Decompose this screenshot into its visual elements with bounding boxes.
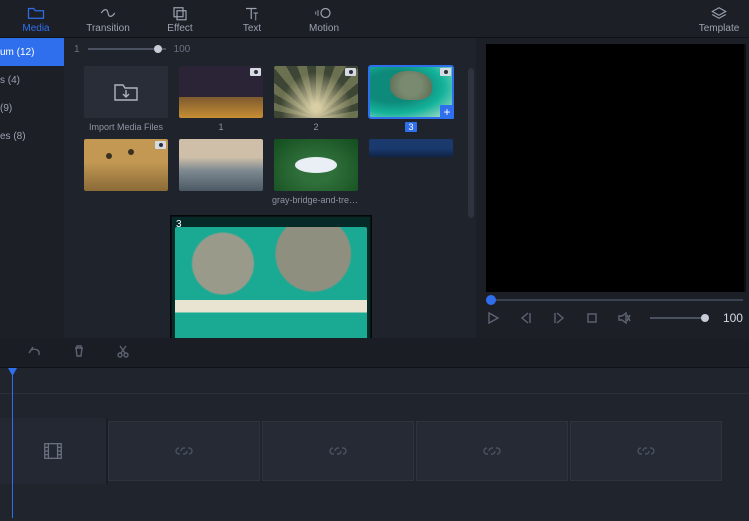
template-icon xyxy=(710,5,728,21)
zoom-min: 1 xyxy=(74,44,80,55)
sidebar: um (12) s (4) (9) es (8) xyxy=(0,38,64,338)
tab-transition[interactable]: Transition xyxy=(72,0,144,38)
video-track xyxy=(0,418,749,484)
volume-value: 100 xyxy=(723,311,743,325)
play-button[interactable] xyxy=(486,310,501,326)
track-head[interactable] xyxy=(0,418,108,484)
video-badge-icon xyxy=(345,68,356,76)
text-icon xyxy=(243,5,261,21)
thumb-caption: gray-bridge-and-trees... xyxy=(272,195,360,205)
link-icon xyxy=(637,444,655,458)
zoom-max: 100 xyxy=(174,44,191,55)
thumb-caption: 1 xyxy=(218,122,223,132)
thumb-caption[interactable]: 3 xyxy=(405,122,416,132)
sidebar-item[interactable]: s (4) xyxy=(0,66,64,94)
tab-label: Transition xyxy=(86,23,130,34)
top-toolbar: Media Transition Effect Text Motion Temp… xyxy=(0,0,749,38)
effect-icon xyxy=(171,5,189,21)
tab-label: Motion xyxy=(309,23,339,34)
link-icon xyxy=(329,444,347,458)
sidebar-item-album[interactable]: um (12) xyxy=(0,38,64,66)
import-icon xyxy=(113,81,139,103)
tab-label: Effect xyxy=(167,23,192,34)
zoom-slider[interactable] xyxy=(88,48,166,50)
media-thumb[interactable] xyxy=(274,66,358,118)
sidebar-item[interactable]: es (8) xyxy=(0,122,64,150)
import-tile[interactable] xyxy=(84,66,168,118)
prev-frame-button[interactable] xyxy=(519,310,534,326)
timeline-action-bar xyxy=(0,338,749,368)
media-grid: Import Media Files 1 2 + 3 gra xyxy=(64,60,476,211)
tab-label: Media xyxy=(22,23,49,34)
volume-slider[interactable] xyxy=(650,317,705,319)
transition-icon xyxy=(99,5,117,21)
thumb-zoom: 1 100 xyxy=(64,38,476,60)
video-badge-icon xyxy=(250,68,261,76)
media-thumb[interactable] xyxy=(84,139,168,191)
media-thumb[interactable] xyxy=(179,139,263,191)
preview-canvas[interactable] xyxy=(486,44,746,292)
video-badge-icon xyxy=(155,141,166,149)
tab-label: Text xyxy=(243,23,261,34)
undo-button[interactable] xyxy=(28,344,42,361)
clip-slot[interactable] xyxy=(416,421,568,481)
delete-button[interactable] xyxy=(72,344,86,361)
drag-preview[interactable]: 3 xyxy=(171,216,371,358)
tab-motion[interactable]: Motion xyxy=(288,0,360,38)
tab-text[interactable]: Text xyxy=(216,0,288,38)
media-thumb[interactable] xyxy=(369,139,453,157)
timeline-ruler[interactable] xyxy=(0,368,749,394)
link-icon xyxy=(175,444,193,458)
thumb-caption: 2 xyxy=(313,122,318,132)
link-icon xyxy=(483,444,501,458)
motion-icon xyxy=(315,5,333,21)
playhead[interactable] xyxy=(12,368,13,518)
track-body[interactable] xyxy=(108,418,749,484)
stop-button[interactable] xyxy=(584,310,599,326)
tab-label: Template xyxy=(699,23,740,34)
mute-button[interactable] xyxy=(617,310,632,326)
next-frame-button[interactable] xyxy=(551,310,566,326)
seek-bar[interactable] xyxy=(486,296,743,304)
tab-template[interactable]: Template xyxy=(689,0,749,38)
film-icon xyxy=(42,440,64,462)
video-badge-icon xyxy=(440,68,451,76)
add-to-timeline-button[interactable]: + xyxy=(440,105,454,119)
preview-controls: 100 xyxy=(486,310,743,326)
preview-panel: 100 xyxy=(480,38,749,338)
timeline xyxy=(0,368,749,521)
import-caption: Import Media Files xyxy=(89,122,163,132)
tab-effect[interactable]: Effect xyxy=(144,0,216,38)
split-button[interactable] xyxy=(116,344,130,361)
media-thumb[interactable] xyxy=(274,139,358,191)
drag-preview-image xyxy=(175,227,367,349)
sidebar-item[interactable]: (9) xyxy=(0,94,64,122)
clip-slot[interactable] xyxy=(262,421,414,481)
tab-media[interactable]: Media xyxy=(0,0,72,38)
media-thumb[interactable] xyxy=(179,66,263,118)
folder-icon xyxy=(27,5,45,21)
media-thumb-selected[interactable]: + xyxy=(369,66,453,118)
clip-slot[interactable] xyxy=(108,421,260,481)
clip-slot[interactable] xyxy=(570,421,722,481)
media-scrollbar[interactable] xyxy=(468,68,474,328)
